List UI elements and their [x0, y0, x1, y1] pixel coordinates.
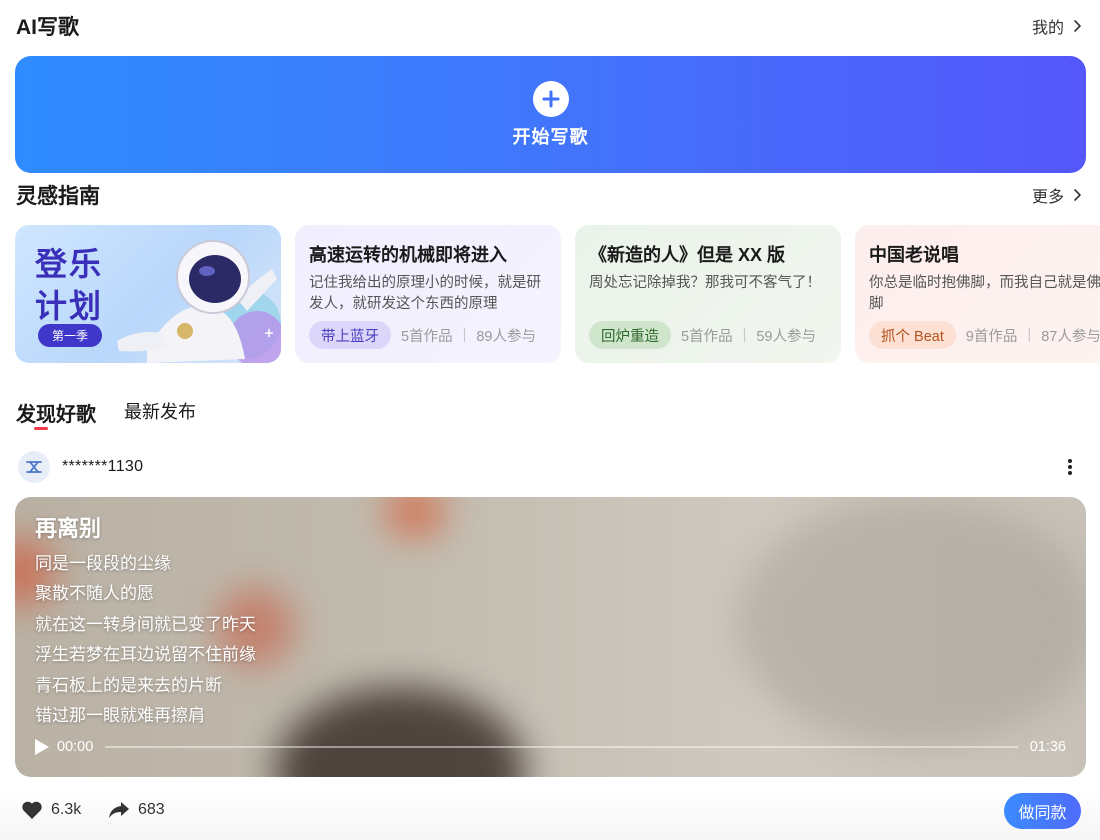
card-title: 高速运转的机械即将进入: [309, 245, 507, 265]
astronaut-illustration: [117, 240, 281, 363]
card-tag: 回炉重造: [589, 321, 671, 349]
card-meta: 带上蓝牙 5首作品 | 89人参与: [309, 321, 536, 349]
card-tag: 带上蓝牙: [309, 321, 391, 349]
season-badge: 第一季: [38, 324, 102, 347]
plus-icon: [532, 80, 569, 117]
more-link-label: 更多: [1031, 189, 1064, 206]
share-icon: [109, 802, 129, 818]
more-vertical-icon: [1068, 459, 1072, 475]
active-tab-indicator: [34, 427, 48, 430]
bottom-action-bar: [0, 790, 1100, 840]
background-blur: [385, 497, 445, 537]
share-count: 683: [138, 801, 165, 818]
lyric-line: 就在这一转身间就已变了昨天: [35, 614, 256, 634]
more-link[interactable]: 更多: [1032, 183, 1084, 207]
inspiration-header: 灵感指南 更多: [16, 180, 1084, 210]
card-description: 周处忘记除掉我？那我可不客气了！: [589, 275, 821, 291]
inspiration-cards: 登乐 计划 第一季 高速运转的机械即将进入 记住我给出的原理小的时候，就是研发人…: [15, 225, 1100, 363]
campaign-banner-card[interactable]: 登乐 计划 第一季: [15, 225, 281, 363]
start-writing-button[interactable]: 开始写歌: [15, 56, 1086, 173]
username[interactable]: *******1130: [62, 458, 143, 476]
lyrics: 同是一段段的尘缘 聚散不随人的愿 就在这一转身间就已变了昨天 浮生若梦在耳边说留…: [35, 549, 256, 731]
like-count: 6.3k: [51, 801, 82, 818]
chevron-right-icon: [1074, 20, 1081, 32]
banner-title: 登乐 计划: [35, 243, 103, 327]
more-options-button[interactable]: [1058, 455, 1082, 479]
music-note-icon: [26, 461, 42, 473]
card-tag: 抓个 Beat: [869, 321, 956, 349]
card-title: 《新造的人》但是 XX 版: [589, 245, 786, 265]
play-icon[interactable]: [33, 737, 51, 757]
works-count: 9首作品: [965, 328, 1018, 345]
inspiration-title: 灵感指南: [16, 185, 100, 208]
make-same-button[interactable]: 做同款: [1004, 793, 1081, 829]
chevron-right-icon: [1074, 189, 1081, 201]
my-link-label: 我的: [1031, 20, 1064, 37]
like-button[interactable]: 6.3k: [21, 800, 81, 820]
participants-count: 87人参与: [1041, 328, 1100, 345]
page-title: AI写歌: [16, 16, 79, 39]
lyric-line: 错过那一眼就难再擦肩: [35, 706, 205, 726]
lyric-line: 青石板上的是来去的片断: [35, 675, 222, 695]
divider: |: [742, 327, 747, 343]
participants-count: 89人参与: [476, 328, 536, 345]
card-description: 你总是临时抱佛脚，而我自己就是佛脚: [869, 275, 1100, 312]
card-title: 中国老说唱: [869, 245, 959, 265]
card-meta: 抓个 Beat 9首作品 | 87人参与: [869, 321, 1100, 349]
tab-latest[interactable]: 最新发布: [124, 398, 196, 428]
start-writing-label: 开始写歌: [512, 126, 589, 147]
my-link[interactable]: 我的: [1032, 14, 1084, 38]
card-description: 记住我给出的原理小的时候，就是研发人，就研发这个东西的原理: [309, 275, 541, 312]
works-count: 5首作品: [681, 328, 733, 345]
inspiration-card[interactable]: 中国老说唱 你总是临时抱佛脚，而我自己就是佛脚 抓个 Beat 9首作品 | 8…: [855, 225, 1100, 363]
duration: 01:36: [1029, 739, 1066, 755]
post-author-row: *******1130: [18, 450, 1082, 484]
feed-tabs: 发现好歌 最新发布: [16, 398, 196, 428]
top-header: AI写歌 我的: [16, 11, 1084, 41]
inspiration-card[interactable]: 《新造的人》但是 XX 版 周处忘记除掉我？那我可不客气了！ 回炉重造 5首作品…: [575, 225, 841, 363]
progress-bar[interactable]: [105, 746, 1018, 748]
inspiration-card[interactable]: 高速运转的机械即将进入 记住我给出的原理小的时候，就是研发人，就研发这个东西的原…: [295, 225, 561, 363]
divider: |: [462, 327, 467, 343]
participants-count: 59人参与: [756, 328, 816, 345]
audio-player: 00:00 01:36: [33, 735, 1066, 759]
lyric-line: 浮生若梦在耳边说留不住前缘: [35, 645, 256, 665]
avatar[interactable]: [18, 451, 50, 483]
works-count: 5首作品: [401, 328, 453, 345]
heart-icon: [22, 801, 42, 819]
background-blur: [275, 687, 525, 777]
background-blur: [735, 497, 1086, 747]
share-button[interactable]: 683: [108, 800, 165, 820]
card-meta: 回炉重造 5首作品 | 59人参与: [589, 321, 816, 349]
banner-title-line2: 计划: [35, 288, 104, 324]
divider: |: [1027, 327, 1032, 343]
tab-discover[interactable]: 发现好歌: [16, 398, 96, 428]
banner-title-line1: 登乐: [35, 246, 104, 282]
lyric-line: 同是一段段的尘缘: [35, 554, 171, 573]
lyric-line: 聚散不随人的愿: [35, 584, 154, 604]
current-time: 00:00: [57, 739, 94, 755]
song-title: 再离别: [35, 516, 102, 541]
song-card[interactable]: 再离别 同是一段段的尘缘 聚散不随人的愿 就在这一转身间就已变了昨天 浮生若梦在…: [15, 497, 1086, 777]
